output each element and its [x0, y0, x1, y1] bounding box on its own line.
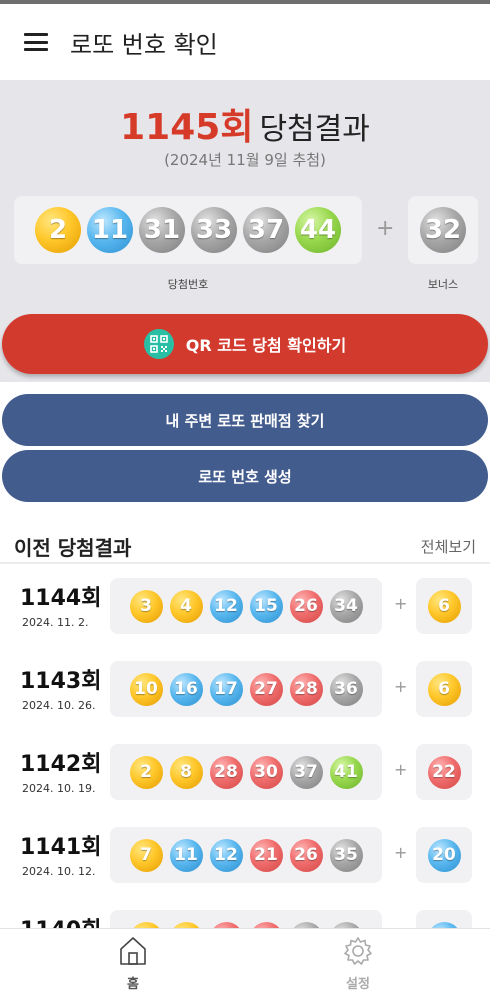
- previous-results-list[interactable]: 1144회 2024. 11. 2. 3 4 12 15 26 34 +6 1143회 2024. …: [0, 564, 490, 928]
- home-icon: [120, 937, 146, 965]
- row-round-number: 1142회: [20, 752, 102, 777]
- generate-numbers-button[interactable]: 로또 번호 생성: [2, 450, 488, 502]
- nav-settings[interactable]: 설정: [318, 935, 398, 992]
- lotto-ball: 11: [87, 207, 133, 253]
- winning-numbers-caption: 당첨번호: [167, 278, 209, 291]
- nav-settings-label: 설정: [346, 977, 370, 992]
- result-row[interactable]: 1140회+: [0, 896, 490, 928]
- lotto-ball: 31: [139, 207, 185, 253]
- row-draw-date: 2024. 10. 19.: [22, 782, 96, 795]
- lotto-ball: 16: [169, 672, 203, 706]
- latest-round-suffix: 당첨결과: [259, 112, 370, 147]
- plus-sign: +: [394, 677, 408, 696]
- result-row[interactable]: 1142회 2024. 10. 19. 2 8 28 30 37 41 +22: [0, 730, 490, 813]
- lotto-ball: 4: [169, 589, 203, 623]
- bonus-ball: 6: [427, 672, 461, 706]
- qr-check-button[interactable]: QR 코드 당첨 확인하기: [2, 314, 488, 374]
- row-draw-date: 2024. 10. 26.: [22, 699, 96, 712]
- lotto-ball: 27: [249, 672, 283, 706]
- row-winning-numbers: 7 11 12 21 26 35: [110, 827, 382, 883]
- lotto-ball: 36: [329, 672, 363, 706]
- lotto-ball: 35: [329, 838, 363, 872]
- row-winning-numbers: 2 8 28 30 37 41: [110, 744, 382, 800]
- row-round-number: 1141회: [20, 835, 102, 860]
- lotto-ball: 12: [209, 838, 243, 872]
- row-winning-numbers: [110, 910, 382, 928]
- lotto-ball: 2: [129, 755, 163, 789]
- lotto-ball: 37: [289, 755, 323, 789]
- row-round-number: 1144회: [20, 586, 102, 611]
- row-bonus-box: 22: [416, 744, 472, 800]
- plus-sign: +: [376, 216, 395, 241]
- nav-home-label: 홈: [127, 977, 139, 992]
- lotto-ball: 10: [129, 672, 163, 706]
- lotto-ball: 26: [289, 589, 323, 623]
- lotto-ball: 41: [329, 755, 363, 789]
- lotto-ball: 8: [169, 755, 203, 789]
- view-all-link[interactable]: 전체보기: [421, 536, 476, 557]
- lotto-ball: 11: [169, 838, 203, 872]
- app-bar: 로또 번호 확인: [0, 4, 490, 80]
- row-bonus-box: 20: [416, 827, 472, 883]
- row-winning-numbers: 10 16 17 27 28 36: [110, 661, 382, 717]
- nav-home[interactable]: 홈: [93, 935, 173, 992]
- lotto-ball: 7: [129, 838, 163, 872]
- row-bonus-box: 6: [416, 661, 472, 717]
- bonus-ball: 6: [427, 589, 461, 623]
- winning-numbers: 2 11 31 33 37 44: [14, 196, 362, 264]
- lotto-ball: 17: [209, 672, 243, 706]
- menu-icon[interactable]: [24, 33, 48, 51]
- previous-results-title: 이전 당첨결과: [14, 536, 132, 560]
- result-row[interactable]: 1141회 2024. 10. 12. 7 11 12 21 26 35 +20: [0, 813, 490, 896]
- lotto-ball: 12: [209, 589, 243, 623]
- latest-round-number: 1145회: [120, 107, 254, 148]
- row-draw-date: 2024. 10. 12.: [22, 865, 96, 878]
- lotto-ball: 30: [249, 755, 283, 789]
- lotto-ball: 28: [289, 672, 323, 706]
- bonus-ball: 32: [420, 207, 466, 253]
- lotto-ball: 34: [329, 589, 363, 623]
- row-bonus-box: [416, 910, 472, 928]
- plus-sign: +: [394, 760, 408, 779]
- app-title: 로또 번호 확인: [70, 30, 218, 59]
- find-store-button[interactable]: 내 주변 로또 판매점 찾기: [2, 394, 488, 446]
- lotto-ball: 21: [249, 838, 283, 872]
- lotto-ball: 44: [295, 207, 341, 253]
- plus-sign: +: [394, 594, 408, 613]
- lotto-ball: 33: [191, 207, 237, 253]
- gear-icon: [344, 937, 372, 965]
- lotto-ball: 26: [289, 838, 323, 872]
- bonus-caption: 보너스: [427, 278, 459, 291]
- bonus-ball: 22: [427, 755, 461, 789]
- qr-check-label: QR 코드 당첨 확인하기: [185, 336, 347, 355]
- previous-results-header: 이전 당첨결과 전체보기: [0, 530, 490, 562]
- bottom-nav: 홈 설정: [0, 928, 490, 999]
- row-round-number: 1143회: [20, 669, 102, 694]
- lotto-ball: 2: [35, 207, 81, 253]
- draw-date: (2024년 11월 9일 추첨): [164, 151, 326, 169]
- qr-code-icon: [143, 329, 174, 359]
- row-round-number: 1140회: [20, 912, 101, 928]
- latest-round-title: 1145회 당첨결과: [0, 98, 490, 150]
- lotto-ball: 28: [209, 755, 243, 789]
- row-draw-date: 2024. 11. 2.: [22, 616, 89, 629]
- result-row[interactable]: 1143회 2024. 10. 26. 10 16 17 27 28 36 +6: [0, 647, 490, 730]
- row-bonus-box: 6: [416, 578, 472, 634]
- lotto-ball: 15: [249, 589, 283, 623]
- row-winning-numbers: 3 4 12 15 26 34: [110, 578, 382, 634]
- lotto-ball: 37: [243, 207, 289, 253]
- bonus-ball: 20: [427, 838, 461, 872]
- lotto-ball: 3: [129, 589, 163, 623]
- bonus-number-box: 32: [408, 196, 478, 264]
- result-row[interactable]: 1144회 2024. 11. 2. 3 4 12 15 26 34 +6: [0, 564, 490, 647]
- plus-sign: +: [394, 843, 408, 862]
